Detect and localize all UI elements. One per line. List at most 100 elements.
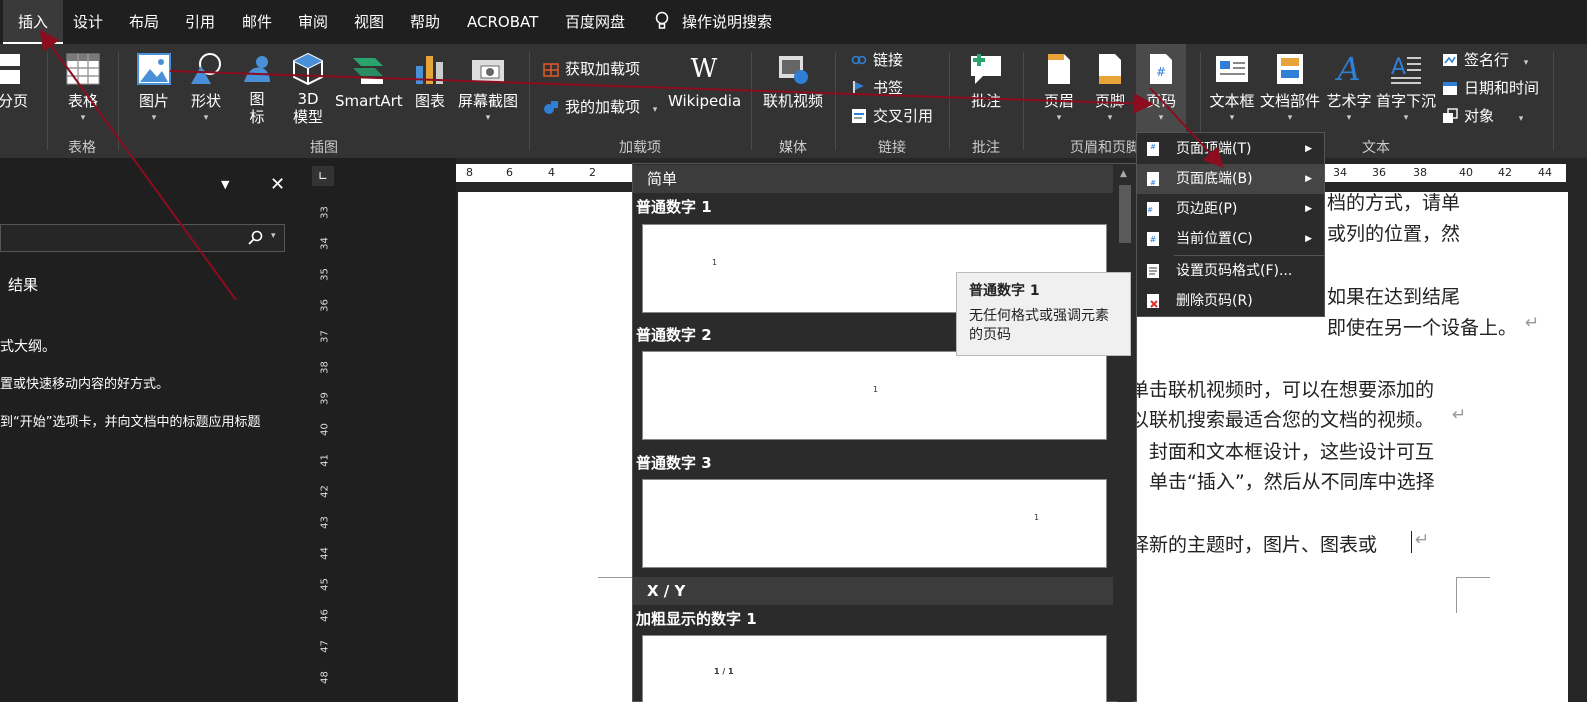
icons-icon [244, 56, 270, 82]
wordart-button[interactable]: A 艺术字 ▾ [1325, 52, 1373, 124]
tab-acrobat[interactable]: ACROBAT [467, 0, 538, 44]
ruler-tick: 35 [319, 268, 331, 281]
ruler-tick: 46 [319, 609, 331, 622]
picture-button[interactable]: 图片 ▾ [136, 52, 172, 124]
table-button[interactable]: 表格 ▾ [64, 52, 102, 124]
gallery-scroll-thumb[interactable] [1119, 185, 1131, 243]
tab-layout[interactable]: 布局 [129, 0, 159, 44]
footer-icon [1099, 54, 1121, 84]
navigation-search-input[interactable]: ▾ [0, 224, 285, 252]
tooltip: 普通数字 1 无任何格式或强调元素的页码 [956, 272, 1131, 356]
page-break-button[interactable]: 分页 [0, 52, 30, 112]
menu-item-label: 页面底端(B) [1176, 171, 1253, 187]
signature-icon [1443, 54, 1457, 66]
link-button[interactable]: 链接 [851, 49, 903, 71]
menu-item-current-position[interactable]: # 当前位置(C) ▶ [1137, 224, 1324, 254]
close-icon[interactable]: ✕ [270, 174, 285, 195]
footer-button[interactable]: 页脚 ▾ [1091, 52, 1129, 124]
results-tab[interactable]: 结果 [8, 274, 38, 295]
tab-view[interactable]: 视图 [354, 0, 384, 44]
search-icon[interactable] [248, 230, 264, 246]
tell-me-search[interactable]: 操作说明搜索 [654, 0, 772, 44]
screenshot-label: 屏幕截图 [457, 92, 518, 110]
chevron-down-icon: ▾ [1518, 114, 1524, 124]
smartart-icon [353, 58, 383, 84]
paragraph-mark: ↵ [1452, 405, 1467, 425]
tab-selector[interactable]: ∟ [312, 166, 334, 186]
wikipedia-label: Wikipedia [668, 92, 742, 110]
document-text-line: ，单击“插入”，然后从不同库中选择 [1130, 471, 1435, 493]
gallery-item-plain-number-2[interactable]: 1 [642, 351, 1107, 440]
document-text-line: 即使在另一个设备上。 [1327, 317, 1518, 339]
ruler-tick: 41 [319, 454, 331, 467]
ruler-tick: 47 [319, 640, 331, 653]
screenshot-button[interactable]: 屏幕截图 ▾ [456, 52, 520, 124]
online-video-button[interactable]: 联机视频 [762, 52, 824, 112]
menu-item-page-margins[interactable]: # 页边距(P) ▶ [1137, 194, 1324, 224]
document-text-line: 或列的位置，然 [1327, 223, 1461, 245]
textbox-button[interactable]: 文本框 ▾ [1208, 52, 1256, 124]
ribbon-tab-bar: 插入 设计 布局 引用 邮件 审阅 视图 帮助 ACROBAT 百度网盘 操作说… [0, 0, 1587, 44]
format-page-number-icon [1147, 264, 1159, 278]
cross-reference-button[interactable]: 交叉引用 [851, 105, 933, 127]
signature-line-button[interactable]: 签名行 ▾ [1442, 49, 1528, 71]
page-number-button[interactable]: # 页码 ▾ [1136, 44, 1186, 136]
chevron-down-icon: ▾ [652, 105, 658, 115]
3d-models-button[interactable]: 3D 模型 [289, 52, 327, 126]
tab-baidu-netdisk[interactable]: 百度网盘 [565, 0, 625, 44]
tab-insert[interactable]: 插入 [3, 0, 64, 44]
tab-design[interactable]: 设计 [73, 0, 103, 44]
chevron-down-icon: ▾ [1523, 58, 1529, 68]
wikipedia-button[interactable]: W Wikipedia [668, 52, 742, 112]
tab-references[interactable]: 引用 [185, 0, 215, 44]
gallery-item-bold-number-1[interactable]: 1 / 1 [642, 635, 1107, 702]
smartart-button[interactable]: SmartArt [335, 52, 403, 112]
bookmark-label: 书签 [873, 79, 904, 97]
get-addins-button[interactable]: 获取加载项 [543, 58, 640, 80]
vertical-ruler: 33 34 35 36 37 38 39 40 41 42 43 44 45 46 47 48 [315, 195, 333, 702]
object-button[interactable]: 对象 ▾ [1442, 105, 1523, 127]
ruler-tick: 40 [1459, 166, 1473, 179]
bookmark-button[interactable]: 书签 [851, 77, 903, 99]
my-addins-button[interactable]: 我的加载项 ▾ [543, 96, 657, 118]
date-time-button[interactable]: 日期和时间 [1442, 77, 1539, 99]
nav-text-line: 到“开始”选项卡，并向文档中的标题应用标题 [0, 415, 261, 430]
page-number-menu: # 页面顶端(T) ▶ # 页面底端(B) ▶ # 页边距(P) ▶ # 当前位置(C… [1136, 132, 1325, 317]
gallery-item-plain-number-3[interactable]: 1 [642, 479, 1107, 568]
chevron-down-icon[interactable]: ▾ [271, 231, 276, 241]
header-button[interactable]: 页眉 ▾ [1040, 52, 1078, 124]
remove-page-number-icon [1147, 294, 1159, 308]
ruler-tick: 34 [319, 237, 331, 250]
shapes-icon [191, 53, 221, 84]
menu-item-remove-page-numbers[interactable]: 删除页码(R) [1137, 286, 1324, 316]
group-label-links: 链接 [878, 140, 906, 156]
comment-button[interactable]: 批注 [966, 52, 1006, 112]
scroll-up-icon[interactable]: ▲ [1120, 169, 1127, 179]
group-separator [751, 52, 752, 150]
page-break-icon [0, 54, 20, 84]
menu-item-bottom-of-page[interactable]: # 页面底端(B) ▶ [1137, 164, 1324, 194]
gallery-item-label: 加粗显示的数字 1 [636, 610, 757, 628]
drop-cap-button[interactable]: A 首字下沉 ▾ [1374, 52, 1438, 124]
pane-options-icon[interactable]: ▼ [221, 178, 229, 191]
tab-review[interactable]: 审阅 [298, 0, 328, 44]
menu-item-top-of-page[interactable]: # 页面顶端(T) ▶ [1137, 134, 1324, 164]
gallery-scrollbar[interactable]: ▲ [1117, 165, 1133, 702]
document-text-line: 以联机搜索最适合您的文档的视频。 [1130, 409, 1435, 431]
tab-mailings[interactable]: 邮件 [242, 0, 272, 44]
tab-help[interactable]: 帮助 [410, 0, 440, 44]
menu-item-format-page-numbers[interactable]: 设置页码格式(F)... [1137, 256, 1324, 286]
nav-text-line: 式大纲。 [0, 339, 56, 355]
icons-button[interactable]: 图 标 [239, 52, 275, 126]
group-separator [1553, 52, 1554, 150]
cross-reference-label: 交叉引用 [873, 107, 934, 125]
shapes-button[interactable]: 形状 ▾ [186, 52, 226, 124]
quick-parts-label: 文档部件 [1259, 92, 1320, 110]
chevron-down-icon: ▾ [80, 113, 86, 123]
header-icon [1048, 54, 1070, 84]
ruler-tick: 44 [319, 547, 331, 560]
document-text-line: 择新的主题时，图片、图表或 [1130, 534, 1378, 556]
chart-button[interactable]: 图表 [412, 52, 448, 112]
textbox-label: 文本框 [1209, 92, 1255, 110]
quick-parts-button[interactable]: 文档部件 ▾ [1258, 52, 1322, 124]
